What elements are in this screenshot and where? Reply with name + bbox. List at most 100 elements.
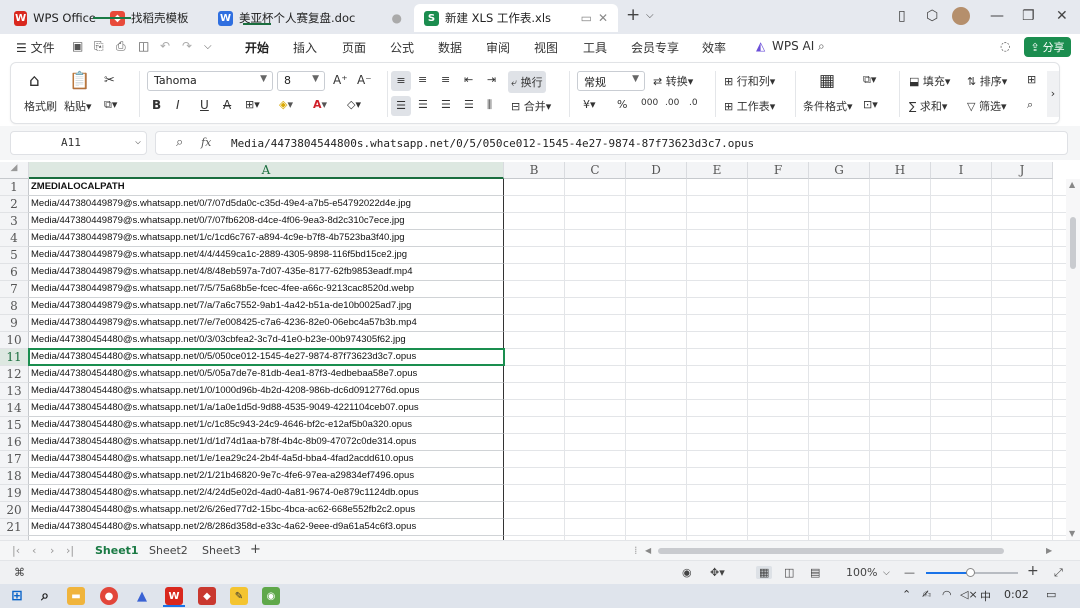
sheet-tab-2[interactable]: Sheet2 <box>149 544 188 557</box>
menu-insert[interactable]: 插入 <box>293 39 317 56</box>
font-color-icon[interactable]: A▾ <box>313 98 327 111</box>
menu-page[interactable]: 页面 <box>342 39 366 56</box>
sum-button[interactable]: ∑ 求和▾ <box>909 98 947 114</box>
sort-button[interactable]: ⇅ 排序▾ <box>967 73 1007 89</box>
cell-a[interactable]: Media/447380449879@s.whatsapp.net/1/c/1c… <box>29 230 504 247</box>
row-header[interactable]: 19 <box>0 485 29 502</box>
row-header[interactable]: 20 <box>0 502 29 519</box>
decrease-font-icon[interactable]: A⁻ <box>357 73 372 87</box>
column-header[interactable]: J <box>992 162 1053 179</box>
menu-member[interactable]: 会员专享 <box>631 39 679 56</box>
zoom-in-icon[interactable]: + <box>1027 563 1039 579</box>
indent-increase-icon[interactable]: ⇥ <box>487 73 496 86</box>
chevron-up-icon[interactable]: ⌃ <box>902 588 911 601</box>
italic-icon[interactable]: I <box>176 98 180 112</box>
row-header[interactable]: 6 <box>0 264 29 281</box>
align-right-icon[interactable]: ☰ <box>441 98 451 111</box>
horizontal-scroll-thumb[interactable] <box>658 548 1004 554</box>
row-header[interactable]: 1 <box>0 179 29 196</box>
chevron-down-icon[interactable]: ⌵ <box>883 568 890 578</box>
chrome-icon[interactable]: ● <box>100 587 118 605</box>
select-all-corner[interactable]: ◢ <box>0 162 29 179</box>
clear-format-icon[interactable]: ◇▾ <box>347 98 361 111</box>
search-icon[interactable]: ⌕ <box>36 587 54 605</box>
thousands-icon[interactable]: 000 <box>641 98 658 108</box>
cell-a[interactable]: Media/447380454480@s.whatsapp.net/0/5/05… <box>29 366 504 383</box>
menu-data[interactable]: 数据 <box>438 39 462 56</box>
row-header[interactable]: 9 <box>0 315 29 332</box>
minimize-icon[interactable]: — <box>990 8 1004 24</box>
quick-access-dropdown-icon[interactable]: ⌵ <box>204 41 212 52</box>
column-header[interactable]: C <box>565 162 626 179</box>
align-center-icon[interactable]: ☰ <box>418 98 428 111</box>
row-header[interactable]: 3 <box>0 213 29 230</box>
cell-a[interactable]: Media/447380449879@s.whatsapp.net/7/5/75… <box>29 281 504 298</box>
clock[interactable]: 0:02 <box>1004 588 1029 601</box>
cell-a[interactable]: Media/447380454480@s.whatsapp.net/2/6/26… <box>29 502 504 519</box>
triangle-app-icon[interactable]: ▲ <box>133 587 151 605</box>
share-button[interactable]: ⇪ 分享 <box>1024 37 1071 57</box>
row-header[interactable]: 13 <box>0 383 29 400</box>
rows-cols-button[interactable]: ⊞ 行和列▾ <box>724 73 775 89</box>
cell-border-icon[interactable]: ⊡▾ <box>863 98 878 111</box>
cut-icon[interactable]: ✂ <box>104 73 115 88</box>
cell-style-icon[interactable]: ⧉▾ <box>863 73 876 87</box>
align-top-icon[interactable]: ≡ <box>391 71 411 91</box>
print-icon[interactable]: ⎙ <box>116 39 126 54</box>
row-header[interactable]: 10 <box>0 332 29 349</box>
chevron-down-icon[interactable]: ⌵ <box>646 10 654 21</box>
wps-taskbar-icon[interactable]: W <box>165 587 183 605</box>
macro-icon[interactable]: ⌘ <box>14 566 25 579</box>
zoom-level[interactable]: 100% <box>846 566 877 579</box>
cell-a[interactable]: Media/447380454480@s.whatsapp.net/1/c/1c… <box>29 417 504 434</box>
cell-a[interactable]: Media/447380454480@s.whatsapp.net/1/a/1a… <box>29 400 504 417</box>
normal-view-icon[interactable]: ▦ <box>756 566 773 579</box>
font-size-select[interactable]: 8 ▼ <box>277 71 325 91</box>
undo-icon[interactable]: ↶ <box>160 39 170 53</box>
search-icon[interactable]: ⌕ <box>818 39 825 54</box>
preview-icon[interactable]: ◫ <box>138 39 149 53</box>
align-left-icon[interactable]: ☰ <box>391 96 411 116</box>
cell-a[interactable]: Media/447380449879@s.whatsapp.net/4/4/44… <box>29 247 504 264</box>
cube-icon[interactable]: ⬡ <box>926 8 938 24</box>
app-icon[interactable]: ◆ <box>198 587 216 605</box>
wrap-text-button[interactable]: ⤶ 换行 <box>508 71 546 93</box>
menu-tools[interactable]: 工具 <box>583 39 607 56</box>
name-box[interactable]: A11 ⌵ <box>10 131 147 155</box>
merge-button[interactable]: ⊟ 合并▾ <box>511 98 551 114</box>
cell-a[interactable]: ZMEDIALOCALPATH <box>29 179 504 196</box>
splitter-icon[interactable]: ⁞ <box>634 544 638 557</box>
close-tab-icon[interactable]: ✕ <box>598 11 608 25</box>
tab-wps-office[interactable]: W WPS Office <box>4 4 96 32</box>
comment-icon[interactable]: ◌ <box>1000 39 1010 53</box>
menu-home[interactable]: 开始 <box>245 39 269 56</box>
align-bottom-icon[interactable]: ≡ <box>441 73 450 86</box>
column-header[interactable]: F <box>748 162 809 179</box>
fill-color-icon[interactable]: ◈▾ <box>279 98 293 111</box>
cell-a[interactable]: Media/447380449879@s.whatsapp.net/7/e/7e… <box>29 315 504 332</box>
number-format-select[interactable]: 常规 ▼ <box>577 71 645 91</box>
currency-icon[interactable]: ¥▾ <box>583 98 596 111</box>
formula-input[interactable]: ⌕ fx Media/4473804544800s.whatsapp.net/0… <box>155 131 1068 155</box>
decrease-decimal-icon[interactable]: .0 <box>689 98 698 108</box>
cell-a[interactable]: Media/447380454480@s.whatsapp.net/2/4/24… <box>29 485 504 502</box>
first-sheet-icon[interactable]: |‹ <box>12 544 20 557</box>
app-icon[interactable]: ◉ <box>262 587 280 605</box>
eye-protection-icon[interactable]: ◉ <box>682 566 692 579</box>
column-header[interactable]: D <box>626 162 687 179</box>
add-sheet-icon[interactable]: + <box>250 542 261 557</box>
zoom-search-icon[interactable]: ⌕ <box>176 135 183 150</box>
last-sheet-icon[interactable]: ›| <box>66 544 74 557</box>
column-header[interactable]: G <box>809 162 870 179</box>
restore-icon[interactable]: ❐ <box>1022 8 1035 24</box>
underline-icon[interactable]: U <box>200 98 209 112</box>
row-header[interactable]: 16 <box>0 434 29 451</box>
column-header[interactable]: A <box>29 162 504 179</box>
volume-icon[interactable]: ◁× <box>960 588 978 601</box>
ribbon-expand-icon[interactable]: › <box>1047 71 1059 117</box>
column-header[interactable]: H <box>870 162 931 179</box>
freeze-icon[interactable]: ⊞ <box>1027 73 1036 86</box>
row-header[interactable]: 5 <box>0 247 29 264</box>
new-tab-icon[interactable]: + <box>626 5 640 25</box>
fill-button[interactable]: ⬓ 填充▾ <box>909 73 950 89</box>
